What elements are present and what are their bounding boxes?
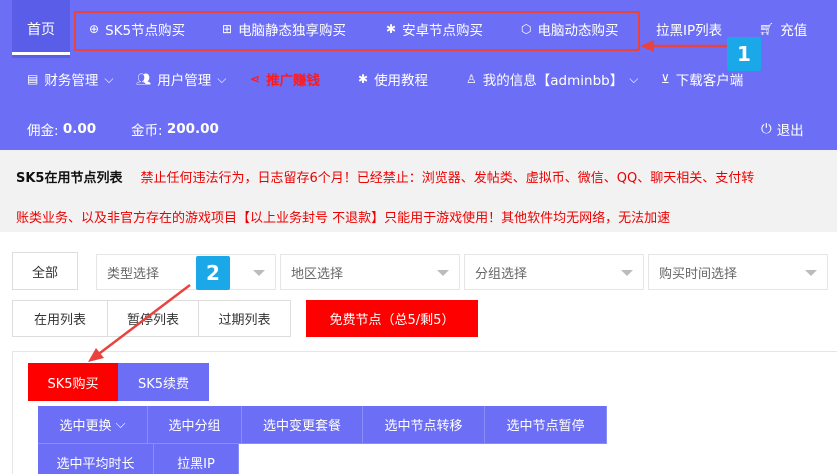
coins: 金币: 200.00: [131, 108, 219, 150]
sk5-buy-button[interactable]: SK5购买: [28, 363, 118, 401]
commission-value: 0.00: [62, 121, 97, 137]
block-ip-label: 拉黑IP: [177, 457, 215, 472]
average-duration-label: 选中平均时长: [56, 457, 135, 472]
nav-promote-label: 推广赚钱: [266, 73, 321, 89]
nav-recharge[interactable]: 🛒︎ 充值: [759, 0, 807, 58]
region-select-value: 地区选择: [291, 266, 344, 282]
tab-free-nodes[interactable]: 免费节点（总5/剩5）: [306, 300, 478, 337]
group-select-value: 分组选择: [475, 266, 528, 282]
logout-button[interactable]: ⏻ 退出: [761, 108, 804, 150]
nav-recharge-label: 充值: [780, 23, 808, 39]
nav-row-primary: 首页 ⊕ SK5节点购买 ⊞ 电脑静态独享购买 ✱ 安卓节点购买 ⬡ 电脑动态购…: [0, 0, 837, 58]
badge-2-label: 2: [206, 261, 220, 285]
pause-node-label: 选中节点暂停: [506, 419, 585, 434]
block-ip-button[interactable]: 拉黑IP: [154, 444, 239, 474]
group-select[interactable]: 分组选择: [464, 254, 644, 290]
account-bar: 佣金: 0.00 金币: 200.00 ⏻ 退出: [0, 108, 837, 150]
download-icon: ⊻: [661, 72, 670, 86]
nav-my-info[interactable]: ♙ 我的信息【adminbb】 ⌵: [466, 58, 638, 100]
group-selected-label: 选中分组: [168, 419, 221, 434]
coins-label: 金币:: [131, 123, 163, 139]
replace-selected-button[interactable]: 选中更换 ⌵: [38, 406, 148, 444]
share-icon: ⋖: [250, 72, 261, 86]
type-select-value: 类型选择: [107, 266, 160, 282]
chevron-down-icon: ⌵: [115, 417, 126, 432]
tab-paused[interactable]: 暂停列表: [107, 300, 199, 337]
coins-value: 200.00: [166, 121, 219, 137]
notice-line-1: SK5在用节点列表 禁止任何违法行为，日志留存6个月！已经禁止：浏览器、发帖类、虚…: [16, 167, 754, 186]
document-icon: ▤: [27, 72, 39, 86]
tab-expired-label: 过期列表: [218, 313, 271, 328]
nav-users-label: 用户管理: [157, 73, 212, 89]
time-select-value: 购买时间选择: [659, 266, 738, 282]
nav-users[interactable]: 👥︎ 用户管理 ⌵: [136, 58, 226, 100]
notice-title: SK5在用节点列表: [16, 171, 123, 186]
badge-1-label: 1: [737, 42, 751, 66]
group-selected-button[interactable]: 选中分组: [148, 406, 242, 444]
filter-all-label: 全部: [31, 265, 58, 281]
filter-all-button[interactable]: 全部: [12, 252, 78, 290]
change-plan-label: 选中变更套餐: [262, 419, 341, 434]
change-plan-button[interactable]: 选中变更套餐: [242, 406, 363, 444]
nav-finance[interactable]: ▤ 财务管理 ⌵: [27, 58, 113, 100]
annotation-badge-1: 1: [727, 37, 761, 71]
nav-download-label: 下载客户端: [675, 73, 744, 89]
replace-selected-label: 选中更换: [59, 419, 112, 434]
caret-down-icon: [805, 270, 817, 276]
region-select[interactable]: 地区选择: [280, 254, 460, 290]
top-navigation-bar: 首页 ⊕ SK5节点购买 ⊞ 电脑静态独享购买 ✱ 安卓节点购买 ⬡ 电脑动态购…: [0, 0, 837, 150]
type-select[interactable]: 类型选择: [96, 254, 276, 290]
annotation-highlight-box: [74, 11, 640, 51]
bulk-actions: 选中更换 ⌵ 选中分组 选中变更套餐 选中节点转移 选中节点暂停 选中平均时长 …: [38, 406, 608, 474]
nav-home[interactable]: 首页: [12, 0, 70, 58]
active-indicator: [12, 52, 70, 55]
commission-label: 佣金:: [27, 123, 59, 139]
transfer-node-label: 选中节点转移: [384, 419, 463, 434]
time-select[interactable]: 购买时间选择: [648, 254, 828, 290]
notice-banner: SK5在用节点列表 禁止任何违法行为，日志留存6个月！已经禁止：浏览器、发帖类、虚…: [0, 150, 837, 232]
transfer-node-button[interactable]: 选中节点转移: [363, 406, 485, 444]
nav-promote[interactable]: ⋖ 推广赚钱: [250, 58, 320, 100]
logout-label: 退出: [776, 123, 804, 139]
tab-in-use-label: 在用列表: [33, 313, 86, 328]
chevron-down-icon: ⌵: [217, 71, 227, 86]
caret-down-icon: [621, 270, 633, 276]
commission: 佣金: 0.00: [27, 108, 96, 150]
cart-icon: 🛒︎: [759, 22, 775, 36]
nav-finance-label: 财务管理: [44, 73, 99, 89]
tab-paused-label: 暂停列表: [126, 313, 179, 328]
nav-home-label: 首页: [27, 22, 55, 38]
sk5-renew-label: SK5续费: [137, 376, 190, 392]
nav-my-info-label: 我的信息【adminbb】: [482, 73, 624, 89]
android-icon: ✱: [358, 72, 369, 86]
nav-blacklist-label: 拉黑IP列表: [656, 23, 723, 39]
sk5-buy-label: SK5购买: [47, 376, 99, 392]
average-duration-button[interactable]: 选中平均时长: [38, 444, 154, 474]
users-icon: 👥︎: [136, 72, 152, 86]
caret-down-icon: [253, 270, 265, 276]
chevron-down-icon: ⌵: [104, 71, 114, 86]
power-icon: ⏻: [761, 121, 772, 137]
tab-free-nodes-label: 免费节点（总5/剩5）: [329, 313, 455, 328]
caret-down-icon: [437, 270, 449, 276]
nav-blacklist[interactable]: 拉黑IP列表: [656, 0, 722, 58]
tab-in-use[interactable]: 在用列表: [12, 300, 108, 337]
notice-warning-1: 禁止任何违法行为，日志留存6个月！已经禁止：浏览器、发帖类、虚拟币、微信、QQ、…: [140, 171, 755, 186]
chevron-down-icon: ⌵: [629, 71, 639, 86]
user-icon: ♙: [466, 72, 477, 86]
tab-expired[interactable]: 过期列表: [198, 300, 291, 337]
nav-tutorial[interactable]: ✱ 使用教程: [358, 58, 428, 100]
nav-tutorial-label: 使用教程: [374, 73, 429, 89]
pause-node-button[interactable]: 选中节点暂停: [485, 406, 607, 444]
sk5-renew-button[interactable]: SK5续费: [118, 363, 209, 401]
notice-warning-2: 账类业务、以及非官方存在的游戏项目【以上业务封号 不退款】只能用于游戏使用！其他…: [16, 211, 671, 226]
annotation-badge-2: 2: [196, 256, 230, 290]
